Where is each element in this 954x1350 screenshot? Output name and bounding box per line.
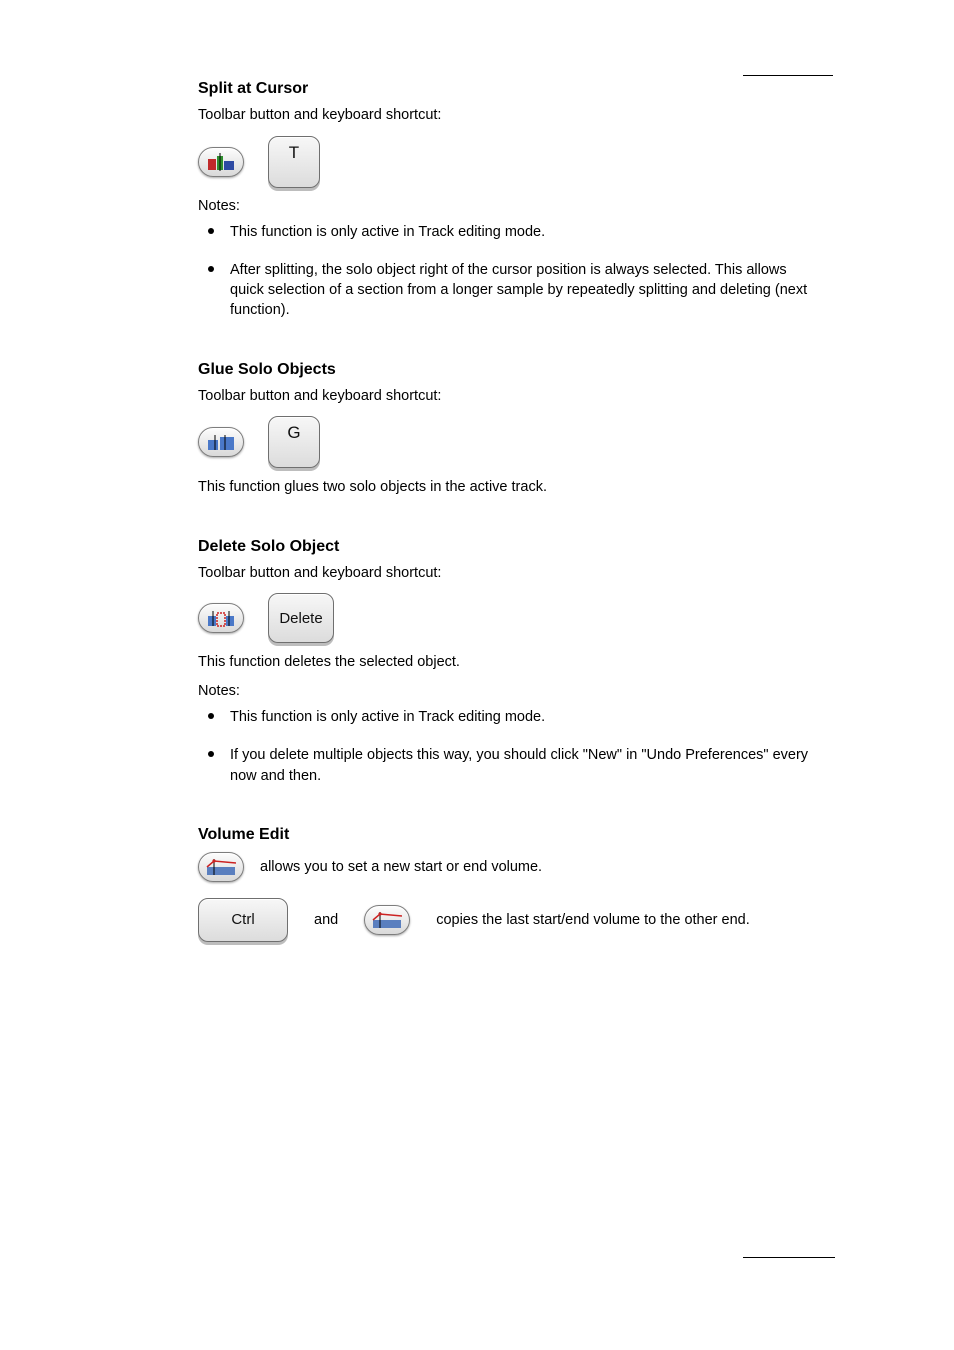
toolbar-row: Delete <box>198 593 818 643</box>
key-label: Delete <box>279 610 322 627</box>
note-text: This function is only active in Track ed… <box>230 709 545 725</box>
section-desc: Toolbar button and keyboard shortcut: <box>198 387 818 407</box>
volume-edit-row-2: Ctrl and copies the last start/end volum… <box>198 898 818 942</box>
note-item: If you delete multiple objects this way,… <box>198 745 818 786</box>
header-rule <box>743 75 833 76</box>
section-body: This function deletes the selected objec… <box>198 653 818 673</box>
note-text: If you delete multiple objects this way,… <box>230 747 808 783</box>
notes-intro: Notes: <box>198 198 818 214</box>
section-split-at-cursor: Split at Cursor Toolbar button and keybo… <box>198 80 818 321</box>
bullet-icon <box>208 713 214 719</box>
key-g[interactable]: G <box>268 416 320 468</box>
section-title: Delete Solo Object <box>198 538 818 556</box>
key-delete[interactable]: Delete <box>268 593 334 643</box>
section-title: Split at Cursor <box>198 80 818 98</box>
section-desc: Toolbar button and keyboard shortcut: <box>198 106 818 126</box>
bullet-icon <box>208 751 214 757</box>
note-text: After splitting, the solo object right o… <box>230 262 807 319</box>
key-t[interactable]: T <box>268 136 320 188</box>
bullet-icon <box>208 266 214 272</box>
key-label: Ctrl <box>231 911 254 928</box>
delete-solo-object-icon[interactable] <box>198 603 244 633</box>
section-glue-solo-objects: Glue Solo Objects Toolbar button and key… <box>198 361 818 498</box>
toolbar-row: T <box>198 136 818 188</box>
volume-edit-icon[interactable] <box>198 852 244 882</box>
volume-edit-icon[interactable] <box>364 905 410 935</box>
key-label: T <box>289 143 299 163</box>
volume-edit-text-2: copies the last start/end volume to the … <box>436 912 750 928</box>
notes-list: This function is only active in Track ed… <box>198 222 818 321</box>
volume-edit-row-1: allows you to set a new start or end vol… <box>198 852 818 882</box>
glue-solo-objects-icon[interactable] <box>198 427 244 457</box>
notes-intro: Notes: <box>198 683 818 699</box>
section-title: Volume Edit <box>198 826 818 844</box>
volume-edit-text-1: allows you to set a new start or end vol… <box>260 859 542 875</box>
split-at-cursor-icon[interactable] <box>198 147 244 177</box>
volume-edit-and: and <box>314 912 338 928</box>
bullet-icon <box>208 228 214 234</box>
note-item: This function is only active in Track ed… <box>198 222 818 242</box>
footer-rule <box>743 1257 835 1258</box>
notes-list: This function is only active in Track ed… <box>198 707 818 786</box>
key-ctrl[interactable]: Ctrl <box>198 898 288 942</box>
note-text: This function is only active in Track ed… <box>230 224 545 240</box>
toolbar-row: G <box>198 416 818 468</box>
section-body: This function glues two solo objects in … <box>198 478 818 498</box>
section-volume-edit: Volume Edit allows you to set a new star… <box>198 826 818 942</box>
section-desc: Toolbar button and keyboard shortcut: <box>198 564 818 584</box>
key-label: G <box>287 423 300 443</box>
note-item: This function is only active in Track ed… <box>198 707 818 727</box>
section-title: Glue Solo Objects <box>198 361 818 379</box>
note-item: After splitting, the solo object right o… <box>198 260 818 321</box>
section-delete-solo-object: Delete Solo Object Toolbar button and ke… <box>198 538 818 786</box>
page-content: Split at Cursor Toolbar button and keybo… <box>198 80 818 982</box>
